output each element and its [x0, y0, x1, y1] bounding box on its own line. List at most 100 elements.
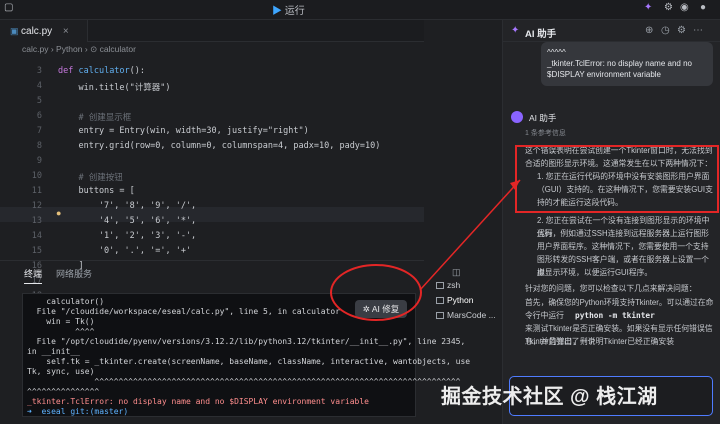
run-button[interactable]: ▶ 运行 — [272, 2, 305, 18]
code-line: entry.grid(row=0, column=0, columnspan=4… — [58, 141, 381, 151]
code-line: entry = Entry(win, width=30, justify="ri… — [58, 126, 309, 136]
assistant-name: AI 助手 — [529, 113, 557, 123]
terminal-icon — [436, 297, 444, 305]
terminal-line: File "/opt/cloudide/pyenv/versions/3.12.… — [27, 337, 466, 346]
code-line: '0', '.', '=', '+' — [58, 246, 192, 256]
code-line: def calculator(): — [58, 66, 145, 76]
terminal-line: in __init__ — [27, 347, 80, 356]
line-number: 15 — [31, 246, 42, 256]
session-label: zsh — [447, 280, 461, 290]
answer-line: Tkinter的窗口，则说明Tkinter已经正确安装 — [525, 337, 675, 346]
terminal-line: Tk, sync, use) — [27, 367, 95, 376]
terminal-line: File "/cloudide/workspace/eseal/calc.py"… — [27, 307, 341, 316]
terminal-line: ➜ eseal git:(master) — [27, 407, 129, 416]
ai-panel-header: ✦ AI 助手 ⊕ ◷ ⚙ ⋯ — [503, 20, 720, 42]
line-number: 13 — [31, 216, 42, 226]
top-bar: ▢ ▶ 运行 ✦ ⚙ ◉ ● — [0, 0, 720, 20]
app-window: ▢ ▶ 运行 ✦ ⚙ ◉ ● ▣ calc.py × calc.py › Pyt… — [0, 0, 720, 424]
new-chat-icon[interactable]: ⊕ — [645, 25, 653, 36]
terminal-icon — [436, 282, 444, 290]
line-number: 9 — [36, 156, 42, 166]
session-python[interactable]: Python — [436, 295, 473, 307]
watermark: 掘金技术社区 @ 栈江湖 — [441, 386, 658, 408]
code-token: calculator — [78, 66, 130, 76]
session-zsh[interactable]: zsh — [436, 280, 460, 292]
line-number: 11 — [31, 186, 42, 196]
terminal-session-list: zsh Python MarsCode ... — [436, 280, 498, 340]
code-line: '7', '8', '9', '/', — [58, 201, 197, 211]
answer-line: 用户界面程序。这种情况下，您需要使用一个支持 — [537, 242, 709, 251]
terminal-line: win = Tk() — [27, 317, 95, 326]
answer-line: 令行中运行 python -m tkinter — [525, 311, 655, 320]
breadcrumb-language[interactable]: Python — [56, 44, 82, 54]
terminal-line: ^^^^^^^^^^^^^^^^^^^^^^^^^^^^^^^^^^^^^^^^… — [27, 377, 461, 386]
settings-icon[interactable]: ⚙ — [664, 2, 673, 18]
answer-highlight-box — [515, 145, 719, 213]
split-terminal-icon[interactable]: ◫ — [452, 267, 461, 278]
code-line: # 创建显示框 — [58, 113, 132, 123]
code-line: win.title("计算器") — [58, 83, 171, 93]
answer-line: 代码，例如通过SSH连接到远程服务器上运行图形 — [537, 229, 709, 238]
tab-label: calc.py — [21, 26, 53, 37]
line-number: 4 — [36, 81, 42, 91]
code-line: '4', '5', '6', '*', — [58, 216, 197, 226]
line-number: 8 — [36, 141, 42, 151]
ai-logo-icon: ✦ — [511, 25, 520, 36]
code-token: (): — [129, 66, 146, 76]
breadcrumb: calc.py › Python › ⊙ calculator — [22, 44, 136, 54]
code-line: # 创建按钮 — [58, 173, 123, 183]
ai-panel-title: AI 助手 — [525, 29, 557, 40]
answer-line: 首先，确保您的Python环境支持Tkinter。可以通过在命 — [525, 298, 714, 307]
line-number: 5 — [36, 96, 42, 106]
session-label: MarsCode ... — [447, 310, 496, 320]
terminal-line: ^^^^^^^^^^^^^^^ — [27, 387, 100, 396]
terminal-line: calculator() — [27, 297, 105, 306]
line-number: 12 — [31, 201, 42, 211]
editor-tab-bar: ▣ calc.py × — [0, 20, 424, 42]
ai-assistant-icon[interactable]: ✦ — [644, 2, 652, 18]
more-icon[interactable]: ⋯ — [693, 25, 703, 36]
user-message-line: $DISPLAY environment variable — [547, 70, 661, 79]
history-icon[interactable]: ◷ — [661, 25, 670, 36]
breadcrumb-file[interactable]: calc.py — [22, 44, 48, 54]
user-message: ^^^^^ _tkinter.TclError: no display name… — [541, 42, 713, 86]
bell-icon[interactable]: ◉ — [680, 2, 689, 18]
close-tab-icon[interactable]: × — [63, 26, 69, 37]
inline-code: python -m tkinter — [575, 311, 655, 320]
ai-assistant-panel: ✦ AI 助手 ⊕ ◷ ⚙ ⋯ ^^^^^ _tkinter.TclError:… — [502, 20, 720, 424]
ai-fix-highlight-circle — [330, 264, 422, 321]
answer-line: 拟显示环境，以便运行GUI程序。 — [537, 268, 653, 277]
play-icon: ▶ — [272, 6, 282, 17]
code-editor[interactable]: ● 3456789101112131415161718192021def cal… — [0, 60, 424, 346]
line-number: 10 — [31, 171, 42, 181]
tab-terminal[interactable]: 终端 — [24, 267, 43, 284]
python-file-icon: ▣ — [10, 26, 22, 36]
tab-network-services[interactable]: 网络服务 — [56, 267, 92, 280]
code-token: def — [58, 66, 79, 76]
code-line: '1', '2', '3', '-', — [58, 231, 197, 241]
editor-area: ▣ calc.py × calc.py › Python › ⊙ calcula… — [0, 20, 470, 424]
reference-count[interactable]: 1 条参考信息 — [525, 128, 566, 138]
session-marscode[interactable]: MarsCode ... — [436, 310, 496, 322]
line-number: 7 — [36, 126, 42, 136]
tab-calc-py[interactable]: ▣ calc.py × — [0, 20, 88, 42]
user-avatar-icon[interactable]: ● — [700, 2, 706, 18]
terminal-icon — [436, 312, 444, 320]
sidebar-toggle-icon[interactable]: ▢ — [4, 2, 13, 18]
user-message-line: _tkinter.TclError: no display name and n… — [547, 59, 692, 68]
session-label: Python — [447, 295, 474, 305]
user-message-line: ^^^^^ — [547, 48, 566, 57]
breadcrumb-symbol[interactable]: calculator — [100, 44, 136, 54]
answer-line: 针对您的问题，您可以检查以下几点来解决问题： — [525, 284, 697, 293]
line-number: 14 — [31, 231, 42, 241]
gear-icon[interactable]: ⚙ — [677, 25, 686, 36]
terminal-line: self.tk = _tkinter.create(screenName, ba… — [27, 357, 471, 366]
line-number: 6 — [36, 111, 42, 121]
terminal-line: _tkinter.TclError: no display name and n… — [27, 397, 369, 406]
run-label: 运行 — [284, 6, 305, 17]
line-number: 3 — [36, 66, 42, 76]
terminal-line: ^^^^ — [27, 327, 95, 336]
code-line: buttons = [ — [58, 186, 135, 196]
assistant-avatar — [511, 111, 523, 123]
function-icon: ⊙ — [90, 44, 98, 54]
